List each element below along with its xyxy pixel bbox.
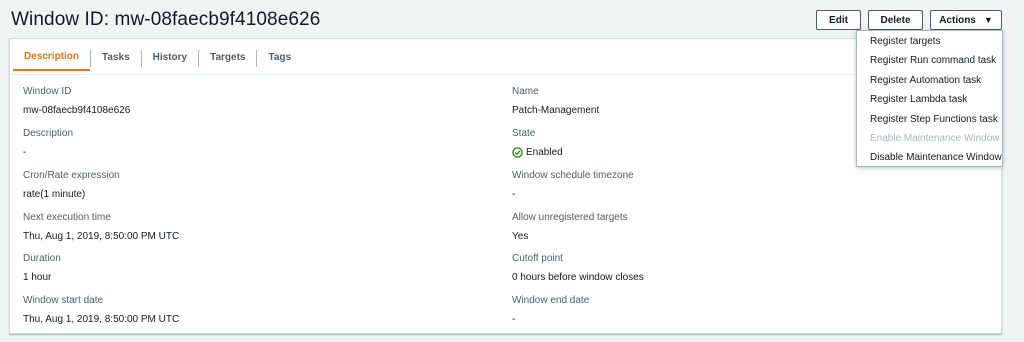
- field-end-date: Window end date -: [512, 295, 589, 325]
- cron-value: rate(1 minute): [23, 189, 86, 200]
- window-id-value: mw-08faecb9f4108e626: [23, 105, 131, 116]
- header-actions: Edit Delete Actions ▼: [816, 10, 1002, 30]
- field-window-id: Window ID mw-08faecb9f4108e626: [23, 86, 130, 116]
- field-unregistered-targets: Allow unregistered targets Yes: [512, 212, 628, 242]
- tab-history[interactable]: History: [142, 44, 198, 70]
- field-label: Cutoff point: [512, 253, 563, 264]
- duration-value: 1 hour: [23, 272, 52, 283]
- field-duration: Duration 1 hour: [23, 253, 61, 283]
- menu-item-register-run-command-task[interactable]: Register Run command task: [857, 51, 1002, 70]
- field-cutoff: Cutoff point 0 hours before window close…: [512, 253, 644, 283]
- page-title: Window ID: mw-08faecb9f4108e626: [11, 9, 321, 30]
- menu-item-disable-maintenance-window[interactable]: Disable Maintenance Window: [857, 148, 1002, 167]
- caret-down-icon: ▼: [983, 14, 993, 25]
- field-label: Allow unregistered targets: [512, 212, 628, 223]
- field-state: State Enabled: [512, 128, 563, 158]
- end-date-value: -: [512, 314, 516, 325]
- field-label: State: [512, 128, 536, 139]
- state-value: Enabled: [526, 147, 563, 158]
- menu-item-register-lambda-task[interactable]: Register Lambda task: [857, 90, 1002, 109]
- delete-button[interactable]: Delete: [868, 10, 923, 30]
- field-name: Name Patch-Management: [512, 86, 599, 116]
- actions-button-label: Actions: [939, 14, 976, 26]
- field-label: Next execution time: [23, 212, 111, 223]
- start-date-value: Thu, Aug 1, 2019, 8:50:00 PM UTC: [23, 314, 180, 325]
- field-label: Description: [23, 128, 74, 139]
- actions-dropdown-button[interactable]: Actions ▼: [930, 10, 1002, 30]
- field-label: Window end date: [512, 295, 590, 306]
- state-status: Enabled: [512, 147, 563, 158]
- field-label: Window schedule timezone: [512, 170, 634, 181]
- check-circle-icon: [512, 147, 523, 158]
- menu-item-register-step-functions-task[interactable]: Register Step Functions task: [857, 110, 1002, 129]
- tab-bar: Description Tasks History Targets Tags: [13, 44, 302, 74]
- menu-item-register-automation-task[interactable]: Register Automation task: [857, 71, 1002, 90]
- tab-description[interactable]: Description: [13, 44, 91, 71]
- field-description: Description -: [23, 128, 73, 158]
- field-next-execution: Next execution time Thu, Aug 1, 2019, 8:…: [23, 212, 179, 242]
- name-value: Patch-Management: [512, 105, 600, 116]
- unregistered-targets-value: Yes: [512, 231, 529, 242]
- tab-divider: [10, 74, 1001, 75]
- field-label: Cron/Rate expression: [23, 170, 120, 181]
- field-start-date: Window start date Thu, Aug 1, 2019, 8:50…: [23, 295, 179, 325]
- field-label: Duration: [23, 253, 61, 264]
- cutoff-value: 0 hours before window closes: [512, 272, 644, 283]
- tab-targets[interactable]: Targets: [199, 44, 256, 70]
- menu-item-enable-maintenance-window: Enable Maintenance Window: [870, 132, 1000, 144]
- description-value: -: [23, 147, 27, 158]
- menu-item-register-targets[interactable]: Register targets: [857, 32, 1002, 51]
- next-execution-value: Thu, Aug 1, 2019, 8:50:00 PM UTC: [23, 231, 180, 242]
- field-label: Window start date: [23, 295, 104, 306]
- timezone-value: -: [512, 189, 516, 200]
- actions-menu: Register targets Register Run command ta…: [856, 30, 1003, 167]
- tab-tags[interactable]: Tags: [257, 44, 302, 70]
- field-cron: Cron/Rate expression rate(1 minute): [23, 170, 120, 200]
- field-timezone: Window schedule timezone -: [512, 170, 634, 200]
- field-label: Window ID: [23, 86, 72, 97]
- tab-tasks[interactable]: Tasks: [91, 44, 141, 70]
- details-panel: Description Tasks History Targets Tags W…: [9, 38, 1002, 334]
- edit-button[interactable]: Edit: [816, 10, 861, 30]
- field-label: Name: [512, 86, 539, 97]
